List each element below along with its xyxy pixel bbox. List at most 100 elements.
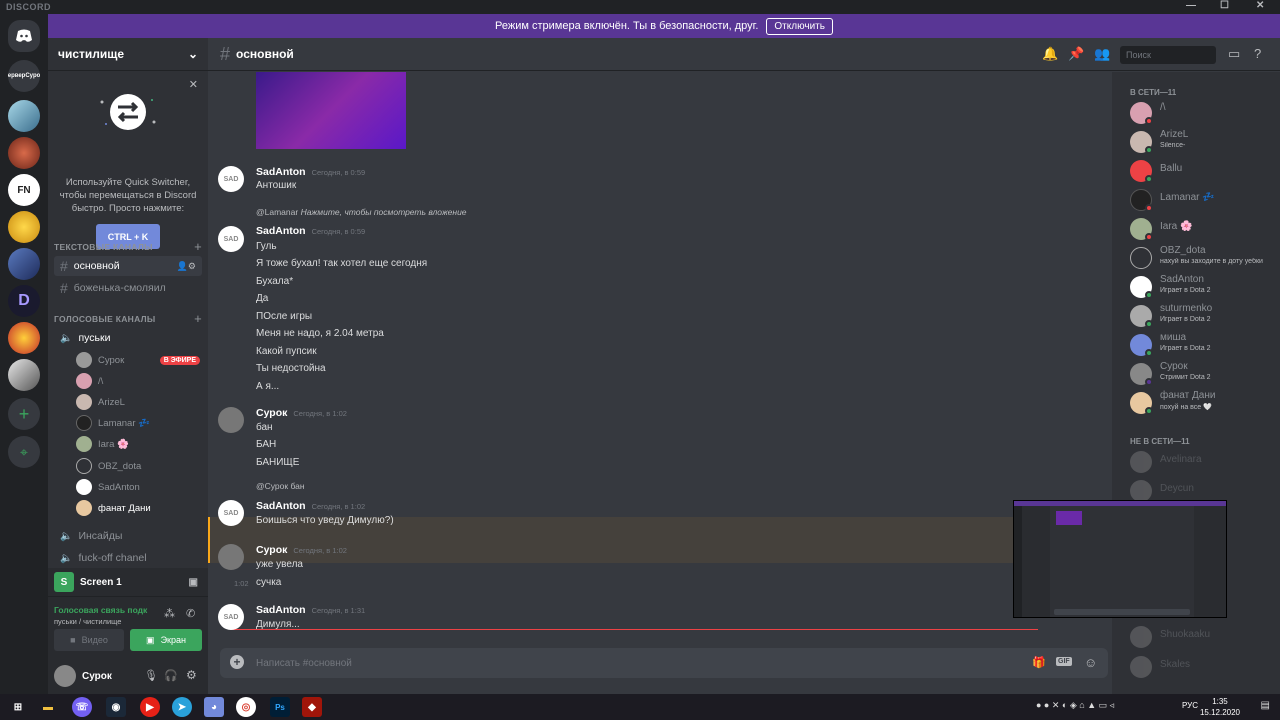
voice-channel-path[interactable]: пуськи / чистилище [54,617,121,626]
server-header[interactable]: чистилище ⌄ [48,38,208,71]
avatar[interactable] [54,665,76,687]
gif-button[interactable]: GIF [1056,657,1072,666]
member-item[interactable]: SadAnton Играет в Dota 2 [1130,274,1276,302]
file-explorer-icon[interactable]: ▬ [38,697,58,717]
chrome-icon[interactable]: ◎ [236,697,256,717]
disable-streamer-mode-button[interactable]: Отключить [766,17,833,35]
voice-user[interactable]: ArizeL [76,392,200,412]
member-item[interactable]: ArizeL Silence- [1130,129,1276,157]
message-author[interactable]: SadAnton Сегодня, в 1:02 [256,500,365,512]
voice-user[interactable]: Lamanar 💤 [76,413,200,433]
member-item[interactable]: OBZ_dota нахуй вы заходите в доту уебки [1130,245,1276,273]
avatar[interactable]: SAD [218,604,244,630]
minimize-button[interactable]: — [1186,0,1197,11]
message-input[interactable]: + Написать #основной 🎁 GIF ☺ [220,648,1108,678]
notifications-icon[interactable]: ▤ [1261,700,1270,711]
voice-user[interactable]: OBZ_dota [76,456,200,476]
category-text-channels[interactable]: ТЕКСТОВЫЕ КАНАЛЫ + [54,239,202,254]
message-author[interactable]: SadAnton Сегодня, в 1:31 [256,604,365,616]
gear-icon[interactable]: ⚙ [186,668,197,682]
gift-icon[interactable]: 🎁 [1032,656,1046,669]
inbox-icon[interactable]: ▭ [1228,46,1240,62]
add-server-button[interactable]: + [8,398,40,430]
message-author[interactable]: SadAnton Сегодня, в 0:59 [256,166,365,178]
member-item[interactable]: Skales [1130,654,1276,682]
member-item[interactable]: Iara 🌸 [1130,216,1276,244]
server-icon-poke[interactable] [8,322,40,354]
search-input[interactable]: Поиск [1120,46,1216,64]
emoji-icon[interactable]: ☺ [1084,655,1097,670]
taskbar-clock[interactable]: 1:35 15.12.2020 [1200,696,1240,718]
voice-user[interactable]: /\ [76,371,200,391]
member-item[interactable]: suturmenko Играет в Dota 2 [1130,303,1276,331]
member-item[interactable]: миша Играет в Dota 2 [1130,332,1276,360]
member-item[interactable]: фанат Дани похуй на все 🤍 [1130,390,1276,418]
avatar[interactable]: SAD [218,166,244,192]
dota2-icon[interactable]: ◆ [302,697,322,717]
server-icon-anime[interactable] [8,100,40,132]
disconnect-icon[interactable]: ✆ [186,607,195,620]
steam-icon[interactable]: ◉ [106,697,126,717]
close-tip-icon[interactable]: ✕ [189,78,198,91]
language-indicator[interactable]: РУС [1182,701,1198,710]
add-channel-icon[interactable]: + [194,311,202,326]
voice-channel-puski[interactable]: 🔈 пуськи [54,328,202,348]
avatar[interactable] [218,544,244,570]
voice-user[interactable]: SadAnton [76,477,200,497]
voice-user[interactable]: Iara 🌸 [76,434,200,454]
member-item[interactable]: Shuokaaku [1130,624,1276,652]
message-author[interactable]: Сурок Сегодня, в 1:02 [256,544,347,556]
server-icon-smiley[interactable] [8,211,40,243]
stream-preview-popout[interactable] [1013,500,1227,618]
channel-bozhenka[interactable]: # боженька-смоляил [54,278,202,298]
server-icon-gray[interactable] [8,359,40,391]
home-button[interactable] [8,20,40,52]
attach-plus-icon[interactable]: + [230,655,244,669]
stop-stream-icon[interactable]: ▣ [189,577,198,588]
viber-icon[interactable]: ☏ [72,697,92,717]
youtube-icon[interactable]: ▶ [140,697,160,717]
message-author[interactable]: Сурок Сегодня, в 1:02 [256,407,347,419]
stream-preview-bar[interactable]: S Screen 1 ▣ [48,568,208,596]
headphones-icon[interactable]: 🎧 [164,669,178,682]
reply-reference[interactable]: @Сурок бан [256,481,305,491]
category-voice-channels[interactable]: ГОЛОСОВЫЕ КАНАЛЫ + [54,311,202,326]
member-item[interactable]: /\ [1130,100,1276,128]
telegram-icon[interactable]: ➤ [172,697,192,717]
add-channel-icon[interactable]: + [194,239,202,254]
server-icon-surok[interactable]: ерверСуро [8,60,40,92]
video-button[interactable]: ■ Видео [54,629,124,651]
channel-osnovnoy[interactable]: # основной 👤⚙ [54,256,202,276]
close-window-button[interactable]: ✕ [1256,0,1265,11]
attachment-image[interactable] [256,72,406,149]
server-icon-red[interactable] [8,137,40,169]
voice-channel-insaydy[interactable]: 🔈 Инсайды [54,526,202,546]
server-icon-d[interactable]: D [8,285,40,317]
windows-start-icon[interactable]: ⊞ [8,697,28,717]
avatar[interactable]: SAD [218,226,244,252]
voice-user[interactable]: фанат Дани [76,498,200,518]
avatar[interactable] [218,407,244,433]
server-icon-blue[interactable] [8,248,40,280]
avatar[interactable]: SAD [218,500,244,526]
microphone-icon[interactable]: 🎙 [144,669,158,682]
noise-suppression-icon[interactable]: ⁂ [164,607,175,620]
bell-icon[interactable]: 🔔 [1042,46,1058,62]
message-author[interactable]: SadAnton Сегодня, в 0:59 [256,225,365,237]
voice-channel-fuckoff[interactable]: 🔈 fuck-off chanel [54,548,202,568]
member-item[interactable]: Avelinara [1130,449,1276,477]
maximize-button[interactable]: ☐ [1220,0,1229,11]
members-icon[interactable]: 👥 [1094,46,1110,62]
message-list[interactable]: SAD SadAnton Сегодня, в 0:59 Антошик @Lam… [208,72,1112,646]
photoshop-icon[interactable]: Ps [270,697,290,717]
member-item[interactable]: Ballu [1130,158,1276,186]
screen-share-button[interactable]: ▣ Экран [130,629,202,651]
member-item[interactable]: Сурок Стримит Dota 2 [1130,361,1276,389]
invite-settings-icon[interactable]: 👤⚙ [177,261,196,272]
server-icon-fn[interactable]: FN [8,174,40,206]
reply-reference[interactable]: @Lamanar Нажмите, чтобы посмотреть вложе… [256,207,467,217]
help-icon[interactable]: ? [1254,46,1261,61]
tray-icons[interactable]: ● ● ✕ ◐ ◈ ⌂ ▲ ▭ ◃ [1036,700,1114,711]
discord-taskbar-icon[interactable]: ◕ [204,697,224,717]
pin-icon[interactable]: 📌 [1068,46,1084,62]
